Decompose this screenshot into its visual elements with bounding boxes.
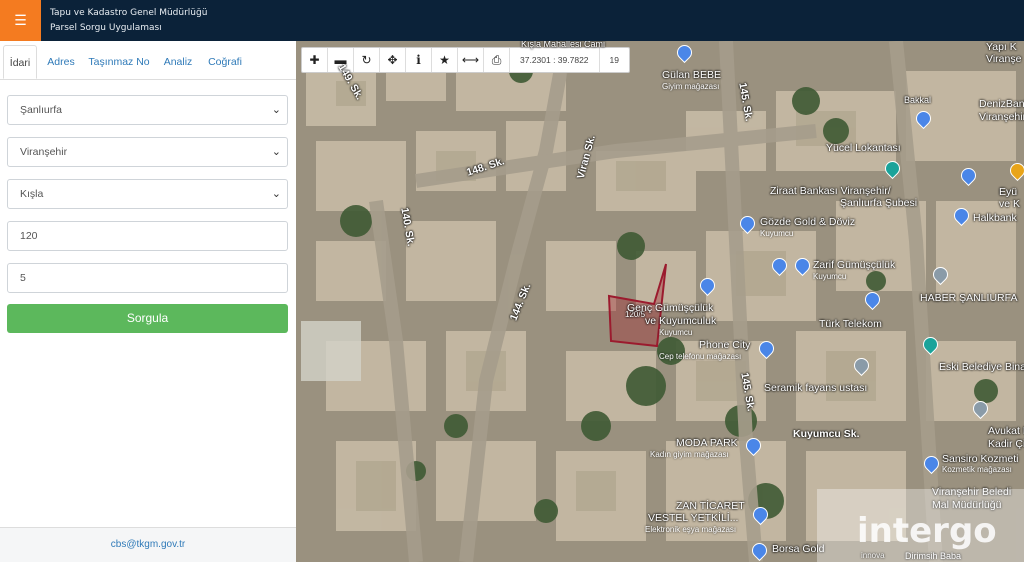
move-icon: ✥ bbox=[387, 53, 398, 67]
poi-eyup-2: ve K bbox=[999, 198, 1021, 210]
chevron-down-icon: ⌄ bbox=[271, 104, 281, 116]
poi-seramik: Seramik fayans ustası bbox=[764, 382, 868, 394]
refresh-icon: ↻ bbox=[361, 53, 372, 67]
tab-adres[interactable]: Adres bbox=[42, 45, 80, 79]
neighborhood-value: Kışla bbox=[20, 188, 44, 200]
ruler-icon: ⟷ bbox=[461, 53, 480, 67]
poi-eyup: Eyü bbox=[999, 186, 1018, 198]
poi-genc-gumusculuk-sub: Kuyumcu bbox=[659, 328, 693, 337]
print-button[interactable]: ⎙ bbox=[484, 48, 510, 72]
neighborhood-select[interactable]: Kışla ⌄ bbox=[7, 179, 288, 209]
printer-icon: ⎙ bbox=[491, 52, 502, 67]
poi-ziraat-bankasi-2: Şanlıurfa Şubesi bbox=[840, 197, 918, 209]
refresh-button[interactable]: ↻ bbox=[354, 48, 380, 72]
info-icon: i bbox=[416, 53, 421, 67]
road-kuyumcu-sk: Kuyumcu Sk. bbox=[793, 428, 860, 440]
poi-denizbank-2: Viranşehir Şub bbox=[979, 111, 1024, 123]
map-view[interactable]: ✚ ▬ ↻ ✥ i ★ ⟷ ⎙ 37.2301 : 39.7822 19 120… bbox=[296, 41, 1024, 562]
favorite-button[interactable]: ★ bbox=[432, 48, 458, 72]
chevron-down-icon: ⌄ bbox=[271, 146, 281, 158]
poi-haber-sanliurfa: HABER ŞANLIURFA bbox=[920, 292, 1018, 304]
poi-ziraat-bankasi: Ziraat Bankası Viranşehir/ bbox=[770, 185, 891, 197]
poi-sansiro: Sansiro Kozmeti bbox=[942, 453, 1019, 465]
top-bar: ☰ Tapu ve Kadastro Genel Müdürlüğü Parse… bbox=[0, 0, 1024, 41]
hamburger-icon: ☰ bbox=[14, 12, 27, 28]
poi-moda-park-sub: Kadın giyim mağazası bbox=[650, 450, 729, 459]
district-select[interactable]: Viranşehir ⌄ bbox=[7, 137, 288, 167]
poi-sansiro-sub: Kozmetik mağazası bbox=[942, 465, 1012, 474]
poi-zan-ticaret-sub: Elektronik eşya mağazası bbox=[645, 525, 737, 534]
plus-icon: ✚ bbox=[309, 53, 320, 67]
chevron-down-icon: ⌄ bbox=[271, 188, 281, 200]
block-input[interactable]: 120 bbox=[7, 221, 288, 251]
query-button[interactable]: Sorgula bbox=[7, 304, 288, 333]
app-title-line2: Parsel Sorgu Uygulaması bbox=[50, 23, 162, 33]
province-select[interactable]: Şanlıurfa ⌄ bbox=[7, 95, 288, 125]
sidebar: İdari Adres Taşınmaz No Analiz Coğrafi Ş… bbox=[0, 41, 297, 562]
poi-halkbank: Halkbank bbox=[973, 212, 1017, 224]
watermark: intergo innova bbox=[817, 489, 1024, 562]
poi-phone-city-sub: Cep telefonu mağazası bbox=[659, 352, 742, 361]
app-title-line1: Tapu ve Kadastro Genel Müdürlüğü bbox=[50, 8, 208, 18]
poi-gulan-bebe: Gülan BEBE bbox=[662, 69, 721, 81]
poi-moda-park: MODA PARK bbox=[676, 437, 738, 449]
poi-zarif-gumusculuk: Zarif Gümüşçülük bbox=[813, 259, 896, 271]
poi-turk-telekom: Türk Telekom bbox=[819, 318, 882, 330]
poi-genc-gumusculuk-2: ve Kuyumculuk bbox=[645, 315, 717, 327]
watermark-text: intergo bbox=[857, 511, 997, 551]
district-value: Viranşehir bbox=[20, 146, 68, 158]
tab-bar: İdari Adres Taşınmaz No Analiz Coğrafi bbox=[0, 45, 296, 80]
coordinate-readout: 37.2301 : 39.7822 bbox=[510, 48, 600, 72]
poi-zan-ticaret-2: VESTEL YETKİLİ... bbox=[648, 512, 739, 524]
hamburger-menu-button[interactable]: ☰ bbox=[0, 0, 41, 41]
poi-denizbank: DenizBank bbox=[979, 98, 1024, 110]
info-button[interactable]: i bbox=[406, 48, 432, 72]
poi-gozde-gold-sub: Kuyumcu bbox=[760, 229, 794, 238]
poi-gozde-gold: Gözde Gold & Döviz bbox=[760, 216, 856, 228]
app-title: Tapu ve Kadastro Genel Müdürlüğü Parsel … bbox=[50, 6, 207, 36]
poi-phone-city: Phone City bbox=[699, 339, 751, 351]
poi-gulan-bebe-sub: Giyim mağazası bbox=[662, 82, 720, 91]
poi-yapi-2: Viranşe bbox=[986, 53, 1022, 65]
poi-bakkal: Bakkal bbox=[904, 95, 932, 105]
zoom-level: 19 bbox=[609, 55, 620, 65]
province-value: Şanlıurfa bbox=[20, 104, 63, 116]
poi-yapi: Yapı K bbox=[986, 41, 1017, 53]
tab-cografi[interactable]: Coğrafi bbox=[203, 45, 247, 79]
zoom-in-button[interactable]: ✚ bbox=[302, 48, 328, 72]
parcel-input[interactable]: 5 bbox=[7, 263, 288, 293]
poi-avukat-2: Kadir Çiftçi bbox=[988, 438, 1024, 450]
watermark-subtext: innova bbox=[861, 551, 885, 560]
poi-kisla-mahallesi: Kışla Mahallesi Cami bbox=[521, 41, 606, 49]
star-icon: ★ bbox=[439, 53, 450, 67]
poi-zan-ticaret: ZAN TİCARET bbox=[676, 500, 745, 512]
pan-button[interactable]: ✥ bbox=[380, 48, 406, 72]
poi-zarif-gumusculuk-sub: Kuyumcu bbox=[813, 272, 847, 281]
poi-eski-belediye: Eski Belediye Binası bbox=[939, 361, 1024, 373]
tab-idari[interactable]: İdari bbox=[3, 45, 37, 79]
poi-genc-gumusculuk: Genç Gümüşçülük bbox=[627, 302, 714, 314]
poi-avukat: Avukat Muh bbox=[988, 425, 1024, 437]
poi-yucel-lokantasi: Yücel Lokantası bbox=[826, 142, 901, 154]
measure-button[interactable]: ⟷ bbox=[458, 48, 484, 72]
tab-analiz[interactable]: Analiz bbox=[160, 45, 196, 79]
footer-email-link[interactable]: cbs@tkgm.gov.tr bbox=[0, 527, 296, 562]
tab-tasinmaz-no[interactable]: Taşınmaz No bbox=[85, 45, 153, 79]
